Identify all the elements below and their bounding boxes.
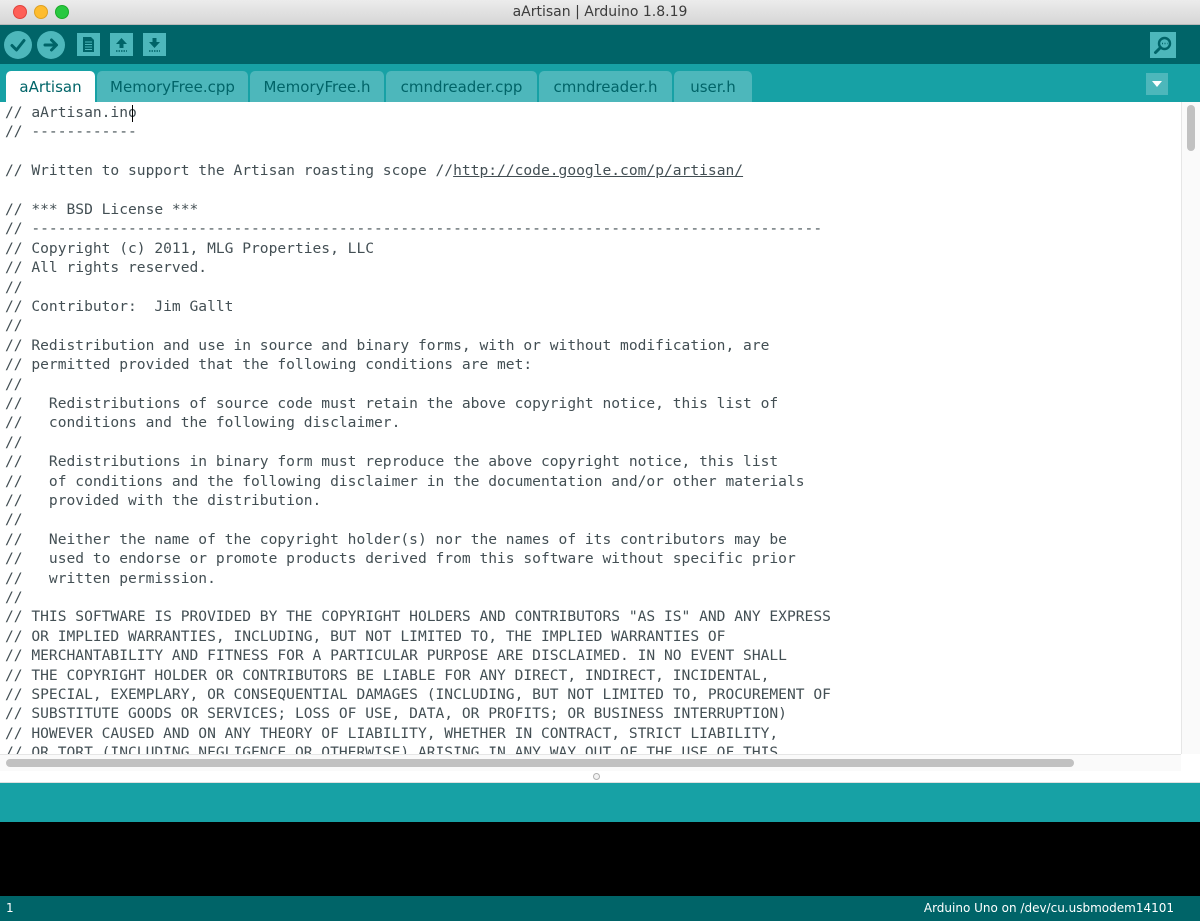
tab-cmndreader-h[interactable]: cmndreader.h: [539, 71, 672, 102]
code-line: // provided with the distribution.: [5, 492, 322, 509]
tab-aartisan[interactable]: aArtisan: [6, 71, 95, 102]
code-line: // HOWEVER CAUSED AND ON ANY THEORY OF L…: [5, 724, 779, 742]
message-area: [0, 783, 1200, 822]
code-line: // THIS SOFTWARE IS PROVIDED BY THE COPY…: [5, 608, 831, 626]
horizontal-scroll-thumb[interactable]: [6, 759, 1074, 767]
checkmark-icon: [10, 39, 26, 52]
editor-horizontal-scrollbar[interactable]: [0, 754, 1181, 771]
splitter-handle[interactable]: [593, 773, 600, 780]
code-line: //: [5, 375, 23, 393]
triangle-down-icon: [1152, 81, 1162, 87]
verify-button[interactable]: [4, 31, 32, 59]
page-icon: [83, 37, 94, 52]
console-output[interactable]: [0, 822, 1200, 896]
code-line: // *** BSD License ***: [5, 201, 199, 218]
code-editor[interactable]: // aArtisan.ino // ------------ // Writt…: [0, 102, 1181, 754]
status-bar: 1 Arduino Uno on /dev/cu.usbmodem14101: [0, 896, 1200, 921]
code-line: // Copyright (c) 2011, MLG Properties, L…: [5, 239, 375, 257]
tabs-bar: aArtisan MemoryFree.cpp MemoryFree.h cmn…: [0, 64, 1200, 102]
open-sketch-button[interactable]: [110, 33, 133, 56]
code-line: // written permission.: [5, 569, 216, 587]
code-line: //: [5, 278, 23, 296]
code-line: // Redistribution and use in source and …: [5, 336, 770, 354]
code-line: //: [5, 589, 23, 606]
code-line: //: [5, 317, 23, 335]
code-url-link[interactable]: http://code.google.com/p/artisan/: [453, 162, 743, 179]
save-sketch-button[interactable]: [143, 33, 166, 56]
code-line: //: [5, 511, 23, 529]
code-line: // ------------: [5, 123, 137, 141]
right-arrow-icon: [43, 38, 58, 52]
magnifier-icon: [1154, 36, 1172, 54]
code-line: // SPECIAL, EXEMPLARY, OR CONSEQUENTIAL …: [5, 686, 831, 703]
board-port-indicator: Arduino Uno on /dev/cu.usbmodem14101: [923, 901, 1174, 915]
code-line: // -------------------------------------…: [5, 220, 823, 238]
code-line: // aArtisan.ino: [5, 104, 137, 121]
code-line: // permitted provided that the following…: [5, 356, 533, 374]
code-line: // Neither the name of the copyright hol…: [5, 530, 787, 548]
code-line: //: [5, 433, 23, 451]
line-number-indicator: 1: [6, 901, 14, 915]
code-line: // Contributor: Jim Gallt: [5, 298, 234, 315]
code-line: // OR TORT (INCLUDING NEGLIGENCE OR OTHE…: [5, 744, 779, 754]
code-line: // MERCHANTABILITY AND FITNESS FOR A PAR…: [5, 647, 787, 665]
code-line: // of conditions and the following discl…: [5, 472, 805, 490]
up-arrow-icon: [116, 38, 127, 52]
window-title: aArtisan | Arduino 1.8.19: [512, 4, 688, 20]
upload-button[interactable]: [37, 31, 65, 59]
new-sketch-button[interactable]: [77, 33, 100, 56]
tab-cmndreader-cpp[interactable]: cmndreader.cpp: [386, 71, 537, 102]
code-line: // SUBSTITUTE GOODS OR SERVICES; LOSS OF…: [5, 705, 787, 723]
tab-memoryfree-cpp[interactable]: MemoryFree.cpp: [97, 71, 248, 102]
vertical-scroll-thumb[interactable]: [1187, 105, 1195, 151]
title-bar: aArtisan | Arduino 1.8.19: [0, 0, 1200, 25]
code-line: // conditions and the following disclaim…: [5, 414, 401, 432]
code-line: // OR IMPLIED WARRANTIES, INCLUDING, BUT…: [5, 627, 726, 645]
code-line: // All rights reserved.: [5, 259, 208, 277]
pane-splitter[interactable]: [0, 771, 1200, 783]
tab-user-h[interactable]: user.h: [674, 71, 752, 102]
code-line: // THE COPYRIGHT HOLDER OR CONTRIBUTORS …: [5, 666, 770, 684]
code-line: // Redistributions of source code must r…: [5, 395, 779, 412]
text-caret: [132, 105, 133, 122]
tab-memoryfree-h[interactable]: MemoryFree.h: [250, 71, 384, 102]
toolbar: [0, 25, 1200, 64]
down-arrow-icon: [149, 38, 160, 52]
tab-menu-button[interactable]: [1146, 73, 1168, 95]
serial-monitor-button[interactable]: [1150, 32, 1176, 58]
code-line: // Redistributions in binary form must r…: [5, 453, 779, 471]
code-comment: // Written to support the Artisan roasti…: [5, 162, 454, 180]
code-line: // used to endorse or promote products d…: [5, 550, 796, 568]
editor-vertical-scrollbar[interactable]: [1181, 102, 1200, 754]
code-line: // Written to support the Artisan roasti…: [5, 161, 743, 180]
